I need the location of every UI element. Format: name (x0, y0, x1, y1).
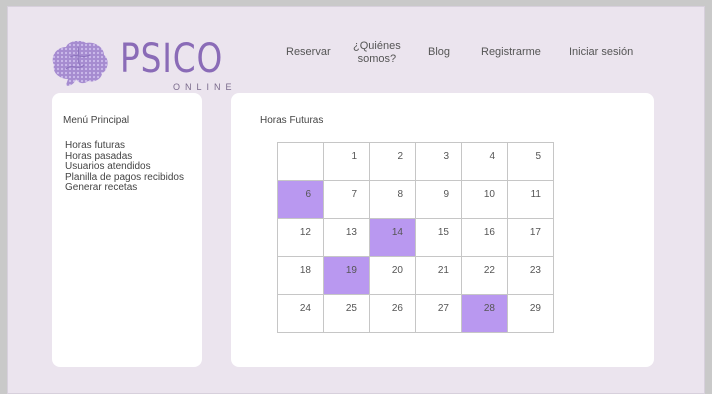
calendar-day[interactable]: 25 (323, 294, 370, 333)
sidebar-panel: Menú Principal Horas futuras Horas pasad… (52, 93, 202, 367)
calendar-day[interactable]: 24 (277, 294, 324, 333)
calendar-day[interactable]: 7 (323, 180, 370, 219)
calendar-day[interactable]: 8 (369, 180, 416, 219)
sidebar-item-horas-futuras[interactable]: Horas futuras (65, 140, 184, 152)
calendar-row: 6 7 8 9 10 11 (277, 180, 554, 219)
calendar-day[interactable]: 20 (369, 256, 416, 295)
calendar-row: 18 19 20 21 22 23 (277, 256, 554, 295)
calendar-row: 12345 (277, 142, 554, 181)
nav-iniciar-sesion[interactable]: Iniciar sesión (569, 46, 633, 59)
page-title: Horas Futuras (260, 115, 324, 126)
calendar-row: 24 25 26 27 28 29 (277, 294, 554, 333)
brand-logo[interactable]: PSICO ONLINE (48, 35, 232, 97)
page-background: PSICO ONLINE Reservar ¿Quiénes somos? Bl… (7, 6, 705, 394)
calendar-day[interactable]: 4 (461, 142, 508, 181)
calendar-day[interactable]: 26 (369, 294, 416, 333)
calendar-day[interactable]: 22 (461, 256, 508, 295)
calendar-grid: 1 2 3 4 5 6 7 8 9 10 11 12 13 14 15 16 17 18 19 20 21 22 23 24 2… (277, 142, 554, 333)
brand-tagline: ONLINE (173, 82, 237, 92)
nav-registrarme[interactable]: Registrarme (481, 46, 541, 59)
calendar-day[interactable]: 9 (415, 180, 462, 219)
brain-icon (52, 40, 108, 86)
nav-quienes-somos[interactable]: ¿Quiénes somos? (353, 40, 401, 66)
sidebar-menu: Horas futuras Horas pasadas Usuarios ate… (65, 140, 184, 194)
calendar-day[interactable]: 10 (461, 180, 508, 219)
calendar-day[interactable]: 23 (507, 256, 554, 295)
sidebar-title: Menú Principal (63, 115, 130, 126)
calendar-day[interactable]: 3 (415, 142, 462, 181)
calendar-day[interactable]: 12 (277, 218, 324, 257)
calendar-day[interactable]: 21 (415, 256, 462, 295)
calendar-day-booked[interactable]: 19 (323, 256, 370, 295)
calendar-day[interactable]: 17 (507, 218, 554, 257)
calendar-row: 12 13 14 15 16 17 (277, 218, 554, 257)
calendar-day[interactable]: 18 (277, 256, 324, 295)
sidebar-item-generar-recetas[interactable]: Generar recetas (65, 182, 184, 194)
calendar-day[interactable]: 29 (507, 294, 554, 333)
calendar-day[interactable]: 15 (415, 218, 462, 257)
nav-reservar[interactable]: Reservar (286, 46, 331, 59)
calendar-day-booked[interactable]: 28 (461, 294, 508, 333)
brand-name: PSICO (120, 36, 224, 82)
calendar-day-booked[interactable]: 14 (369, 218, 416, 257)
calendar-day[interactable]: 27 (415, 294, 462, 333)
calendar-empty-cell (277, 142, 324, 181)
sidebar-item-usuarios-atendidos[interactable]: Usuarios atendidos (65, 161, 184, 173)
main-panel: Horas Futuras 1 2 3 4 5 6 7 8 9 10 11 12 13 14 15 16 17 1… (231, 93, 654, 367)
calendar-day[interactable]: 5 (507, 142, 554, 181)
calendar-day[interactable]: 13 (323, 218, 370, 257)
calendar-day[interactable]: 16 (461, 218, 508, 257)
calendar-day[interactable]: 11 (507, 180, 554, 219)
calendar-day-booked[interactable]: 6 (277, 180, 324, 219)
nav-blog[interactable]: Blog (428, 46, 450, 59)
calendar-day[interactable]: 2 (369, 142, 416, 181)
calendar-day[interactable]: 1 (323, 142, 370, 181)
